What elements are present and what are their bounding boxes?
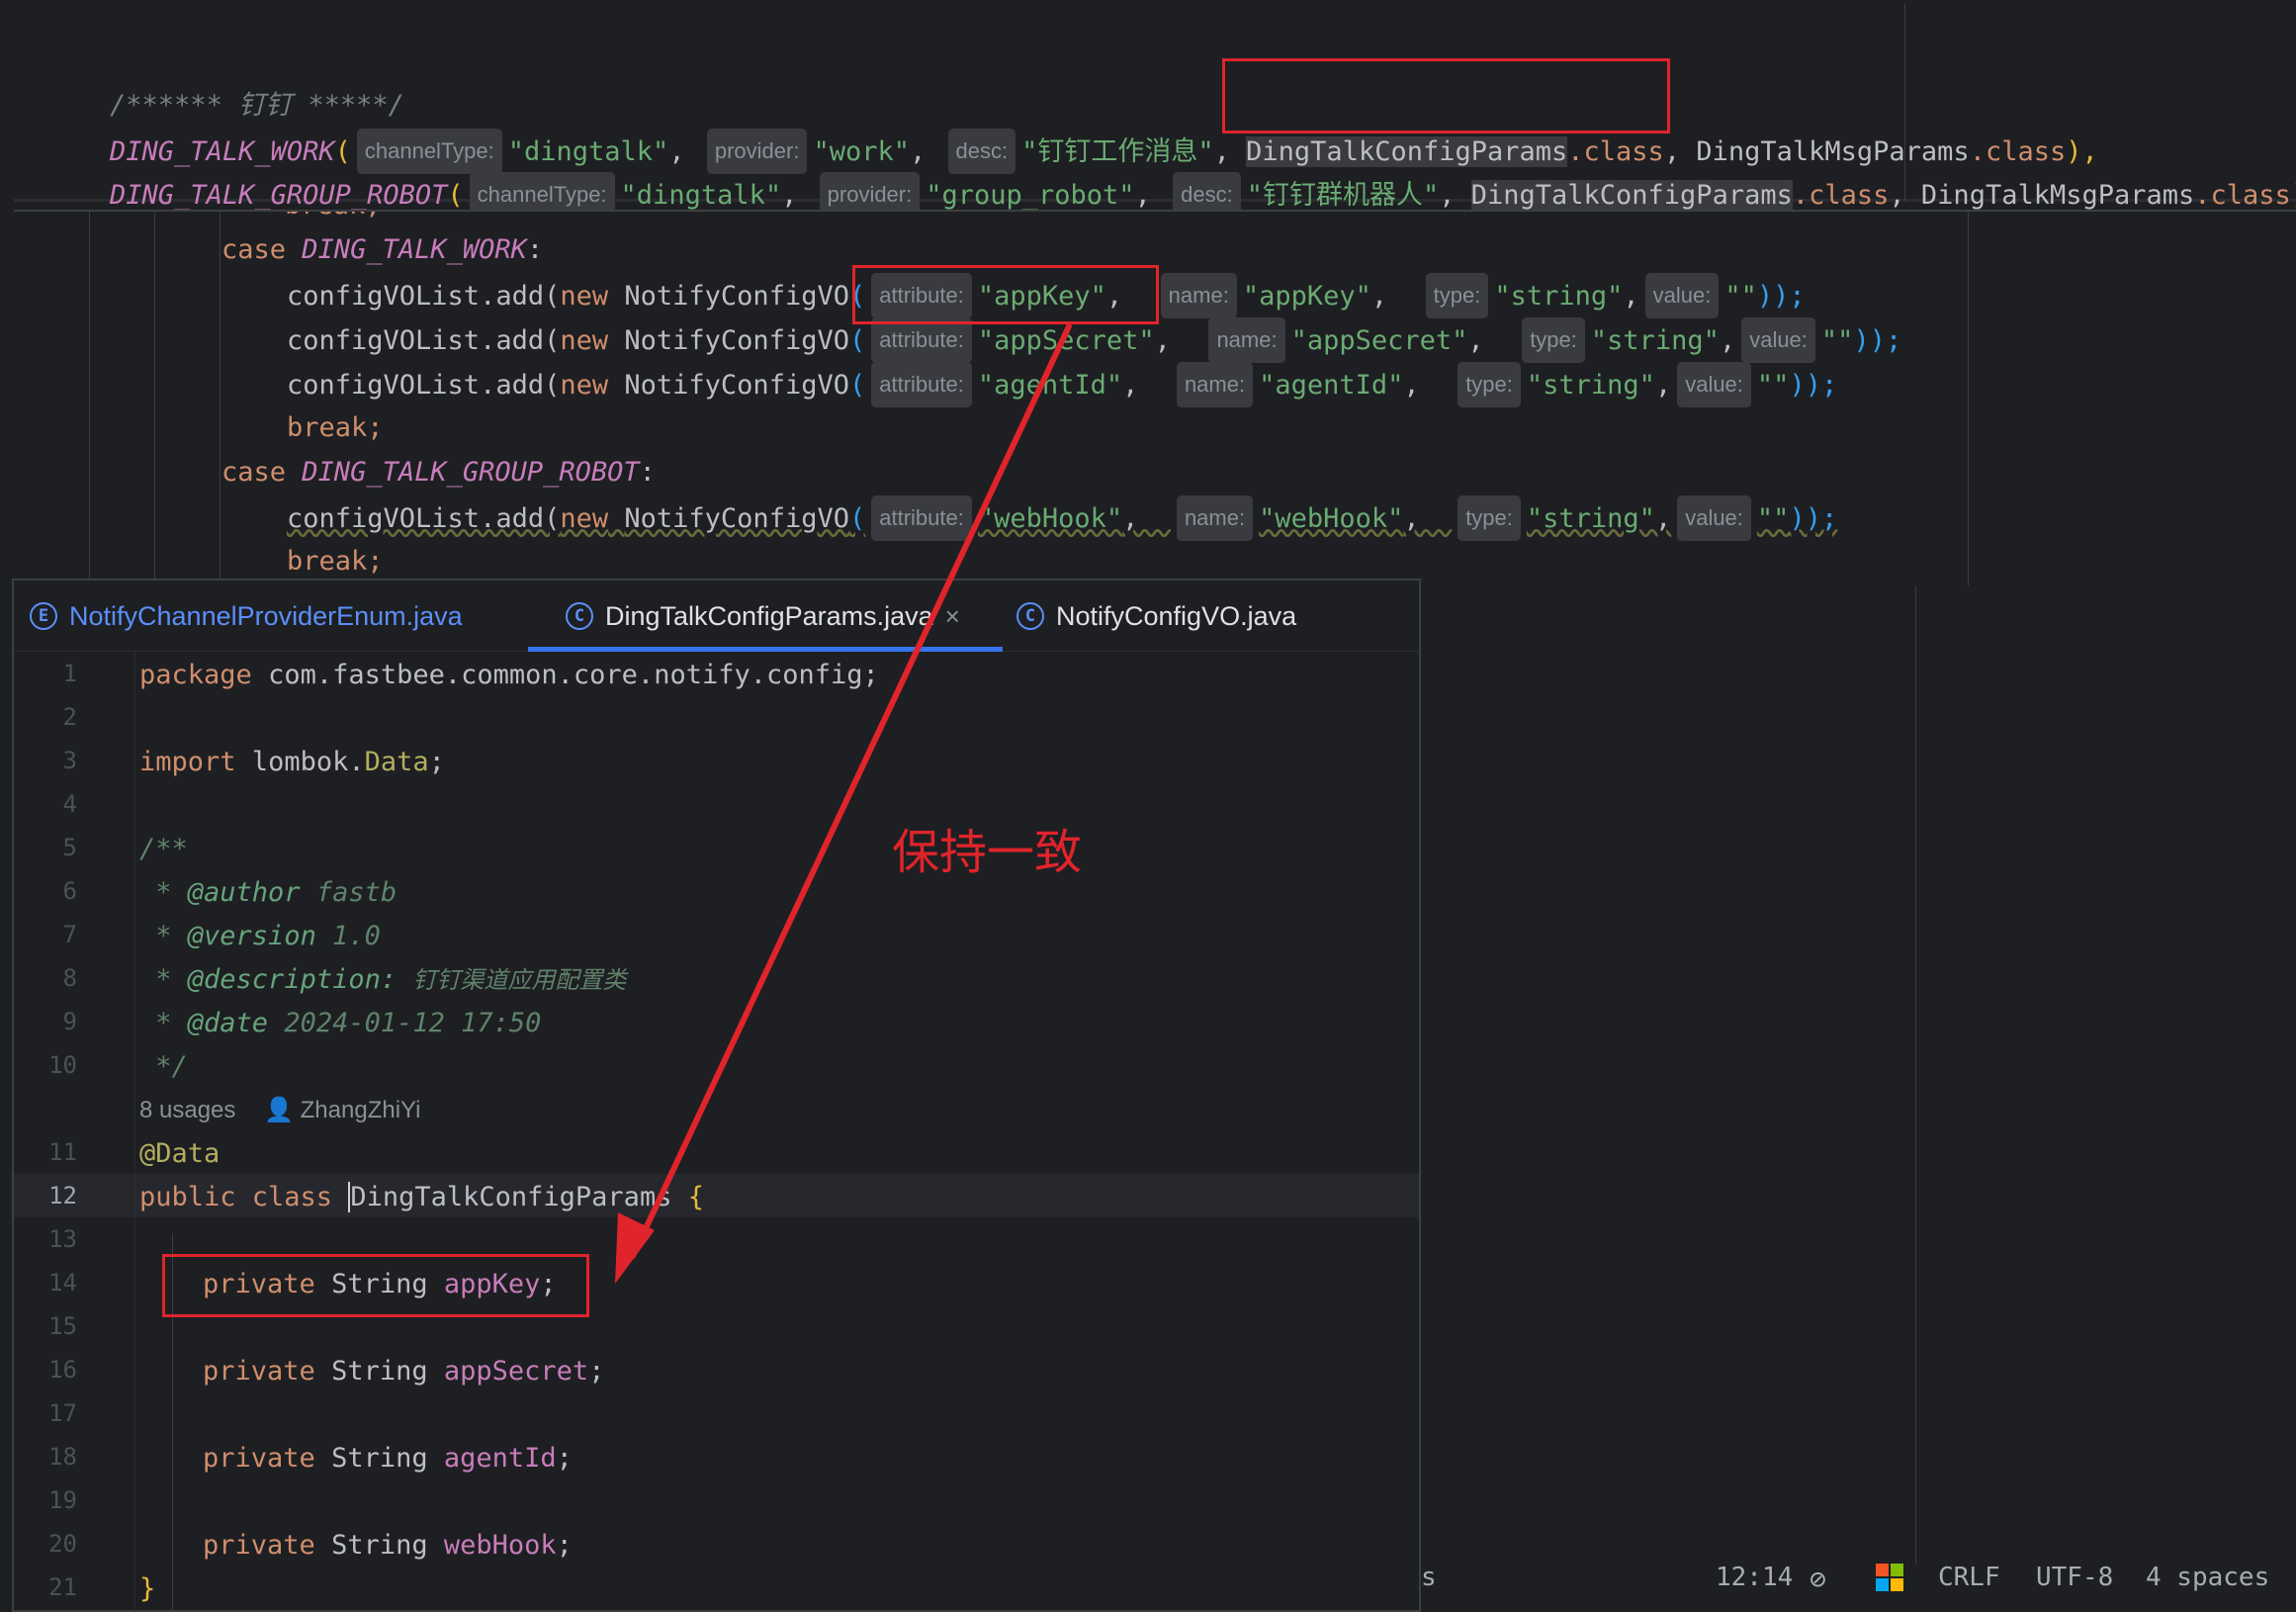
annotation-note: 保持一致 <box>892 825 1083 880</box>
annotation-arrow <box>615 323 1072 1284</box>
